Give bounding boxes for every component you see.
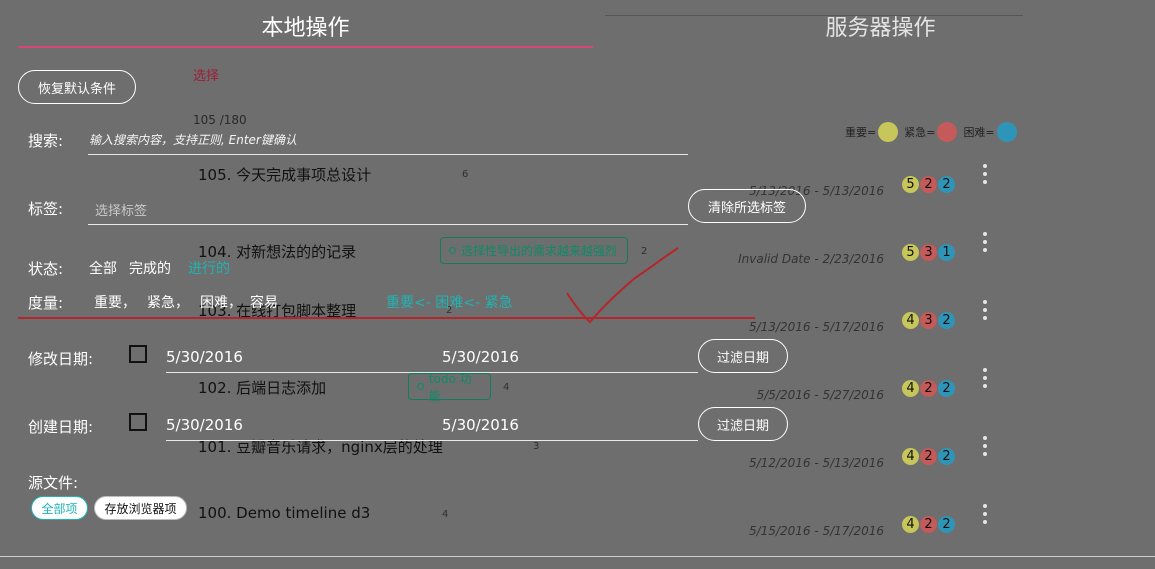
footer-divider: [0, 556, 1155, 557]
tag-label: 标签:: [28, 200, 64, 218]
difficult-badge: 2: [938, 176, 955, 193]
urgent-badge: 2: [920, 380, 937, 397]
task-tag-label: todo 功能: [428, 371, 472, 403]
reset-filters-button[interactable]: 恢复默认条件: [18, 70, 136, 104]
legend-difficult-label: 困难=: [963, 126, 995, 139]
source-browser-button[interactable]: 存放浏览器项: [94, 496, 187, 520]
status-label: 状态:: [28, 260, 64, 278]
tag-icon: [449, 247, 456, 254]
important-badge: 4: [902, 380, 919, 397]
clear-tags-button[interactable]: 清除所选标签: [688, 189, 806, 223]
urgent-badge: 3: [920, 244, 937, 261]
difficult-badge: 2: [938, 448, 955, 465]
tag-select-underline: [88, 224, 688, 225]
measure-easy[interactable]: 容易: [250, 292, 278, 312]
priority-badges: 4 3 2: [902, 312, 955, 329]
measure-urgent[interactable]: 紧急，: [147, 292, 189, 312]
tag-select[interactable]: 选择标签: [95, 200, 147, 219]
search-label: 搜索:: [28, 132, 64, 150]
created-date-from[interactable]: 5/30/2016: [166, 416, 243, 434]
more-vert-icon[interactable]: [982, 436, 988, 456]
created-date-label: 创建日期:: [28, 418, 94, 436]
measure-important[interactable]: 重要，: [94, 292, 136, 312]
important-badge: 5: [902, 176, 919, 193]
task-title[interactable]: 100. Demo timeline d3: [198, 504, 370, 522]
legend-important-label: 重要=: [845, 126, 877, 139]
tab-active-indicator: [18, 46, 593, 48]
task-subcount: 3: [533, 441, 540, 452]
urgent-badge: 2: [920, 448, 937, 465]
important-badge: 4: [902, 516, 919, 533]
task-date: 5/5/2016 - 5/27/2016: [756, 388, 884, 402]
legend-difficult-swatch: [996, 122, 1017, 142]
difficult-badge: 2: [938, 312, 955, 329]
task-count: 105 /180: [193, 113, 247, 127]
status-done[interactable]: 完成的: [129, 258, 171, 278]
difficult-badge: 2: [938, 516, 955, 533]
created-date-checkbox[interactable]: [129, 413, 147, 431]
priority-badges: 4 2 2: [902, 380, 955, 397]
more-vert-icon[interactable]: [982, 504, 988, 524]
priority-badges: 4 2 2: [902, 516, 955, 533]
more-vert-icon[interactable]: [982, 300, 988, 320]
source-label: 源文件:: [28, 474, 79, 492]
search-input[interactable]: 输入搜索内容，支持正则, Enter键确认: [89, 131, 297, 148]
search-input-underline: [88, 154, 688, 155]
priority-legend: 重要= 紧急= 困难=: [845, 122, 1023, 142]
measure-label: 度量:: [28, 294, 64, 312]
task-date: 5/13/2016 - 5/17/2016: [748, 320, 884, 334]
task-title[interactable]: 102. 后端日志添加: [198, 377, 326, 398]
legend-urgent-swatch: [937, 122, 958, 142]
task-date: Invalid Date - 2/23/2016: [738, 252, 884, 266]
legend-important-swatch: [878, 122, 899, 142]
modified-date-label: 修改日期:: [28, 350, 94, 368]
task-subcount: 6: [462, 169, 469, 180]
status-all[interactable]: 全部: [89, 258, 117, 278]
more-vert-icon[interactable]: [982, 232, 988, 252]
modified-date-from[interactable]: 5/30/2016: [166, 348, 243, 366]
difficult-badge: 2: [938, 380, 955, 397]
filter-modified-date-button[interactable]: 过滤日期: [698, 339, 788, 373]
created-date-underline: [166, 440, 698, 441]
modified-date-to[interactable]: 5/30/2016: [442, 348, 519, 366]
filter-created-date-button[interactable]: 过滤日期: [698, 407, 788, 441]
measure-difficult[interactable]: 困难，: [200, 292, 242, 312]
task-date: 5/12/2016 - 5/13/2016: [748, 456, 884, 470]
task-tag[interactable]: todo 功能: [408, 372, 491, 403]
created-date-to[interactable]: 5/30/2016: [442, 416, 519, 434]
urgent-badge: 2: [920, 176, 937, 193]
more-vert-icon[interactable]: [982, 164, 988, 184]
divider: [605, 15, 1023, 16]
status-in-progress[interactable]: 进行的: [188, 258, 230, 278]
priority-badges: 5 2 2: [902, 176, 955, 193]
important-badge: 4: [902, 312, 919, 329]
sort-order: 重要<- 困难<- 紧急: [386, 295, 513, 311]
modified-date-underline: [166, 372, 698, 373]
modified-date-checkbox[interactable]: [129, 345, 147, 363]
tab-local[interactable]: 本地操作: [18, 10, 593, 42]
task-title[interactable]: 105. 今天完成事项总设计: [198, 164, 371, 185]
important-badge: 4: [902, 448, 919, 465]
source-all-button[interactable]: 全部项: [31, 496, 88, 520]
checkmark-annotation-icon: [566, 247, 679, 324]
select-link[interactable]: 选择: [193, 65, 219, 84]
priority-badges: 5 3 1: [902, 244, 955, 261]
urgent-badge: 2: [920, 516, 937, 533]
urgent-badge: 3: [920, 312, 937, 329]
difficult-badge: 1: [938, 244, 955, 261]
task-subcount: 4: [442, 509, 449, 520]
tag-icon: [417, 383, 424, 390]
legend-urgent-label: 紧急=: [904, 126, 936, 139]
important-badge: 5: [902, 244, 919, 261]
more-vert-icon[interactable]: [982, 368, 988, 388]
task-date: 5/15/2016 - 5/17/2016: [748, 524, 884, 538]
task-subcount: 4: [503, 382, 510, 393]
priority-badges: 4 2 2: [902, 448, 955, 465]
